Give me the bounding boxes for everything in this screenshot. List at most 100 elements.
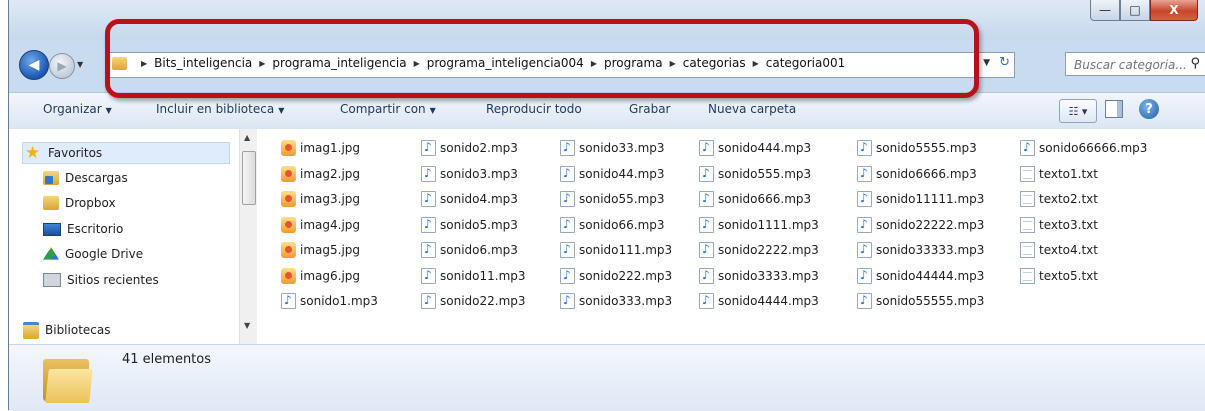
audio-file-icon xyxy=(857,166,872,182)
file-item[interactable]: sonido2.mp3 xyxy=(421,138,518,158)
arrow-left-icon: ◀ xyxy=(28,57,40,73)
nav-scrollbar[interactable]: ▲ ▼ xyxy=(239,129,257,344)
close-button[interactable]: X xyxy=(1150,0,1198,21)
audio-file-icon xyxy=(1020,140,1035,156)
file-item[interactable]: sonido33.mp3 xyxy=(560,138,665,158)
file-item[interactable]: sonido66666.mp3 xyxy=(1020,138,1147,158)
include-in-library-button[interactable]: Incluir en biblioteca ▼ xyxy=(156,102,284,116)
file-name: sonido222.mp3 xyxy=(579,269,673,283)
file-item[interactable]: sonido55.mp3 xyxy=(560,189,665,209)
explorer-window: — □ X ◀ ▶ ▼ ▶ Bits_inteligencia ▶ progra… xyxy=(8,0,1205,411)
file-name: sonido1111.mp3 xyxy=(718,218,819,232)
file-item[interactable]: sonido3333.mp3 xyxy=(699,266,819,286)
file-item[interactable]: sonido1.mp3 xyxy=(281,291,378,311)
file-item[interactable]: texto2.txt xyxy=(1020,189,1098,209)
file-name: sonido55555.mp3 xyxy=(876,294,985,308)
nav-item-libraries[interactable]: Bibliotecas xyxy=(23,320,110,340)
file-item[interactable]: sonido11.mp3 xyxy=(421,266,526,286)
text-file-icon xyxy=(1020,242,1035,258)
recent-pages-button[interactable]: ▼ xyxy=(77,60,83,69)
image-file-icon xyxy=(281,191,296,207)
file-name: texto5.txt xyxy=(1039,269,1098,283)
file-item[interactable]: sonido4.mp3 xyxy=(421,189,518,209)
file-item[interactable]: texto5.txt xyxy=(1020,266,1098,286)
change-view-button[interactable]: ☷ ▾ xyxy=(1059,99,1097,123)
file-item[interactable]: sonido22222.mp3 xyxy=(857,215,984,235)
file-item[interactable]: sonido3.mp3 xyxy=(421,164,518,184)
play-all-button[interactable]: Reproducir todo xyxy=(486,102,582,116)
file-item[interactable]: sonido33333.mp3 xyxy=(857,240,984,260)
file-item[interactable]: sonido666.mp3 xyxy=(699,189,811,209)
help-button[interactable]: ? xyxy=(1139,99,1159,119)
file-item[interactable]: sonido44.mp3 xyxy=(560,164,665,184)
file-item[interactable]: sonido55555.mp3 xyxy=(857,291,984,311)
scroll-down-icon[interactable]: ▼ xyxy=(244,321,250,330)
file-item[interactable]: imag4.jpg xyxy=(281,215,360,235)
nav-item-descargas[interactable]: Descargas xyxy=(43,168,128,188)
file-item[interactable]: texto3.txt xyxy=(1020,215,1098,235)
audio-file-icon xyxy=(699,217,714,233)
organize-label: Organizar xyxy=(43,102,102,116)
nav-item-escritorio[interactable]: Escritorio xyxy=(43,219,123,239)
search-box[interactable]: ⚲ xyxy=(1065,52,1205,76)
text-file-icon xyxy=(1020,268,1035,284)
file-item[interactable]: sonido66.mp3 xyxy=(560,215,665,235)
search-icon[interactable]: ⚲ xyxy=(1190,56,1200,71)
file-item[interactable]: imag1.jpg xyxy=(281,138,360,158)
file-item[interactable]: sonido444.mp3 xyxy=(699,138,811,158)
new-folder-button[interactable]: Nueva carpeta xyxy=(708,102,796,116)
address-dropdown-icon[interactable]: ▼ xyxy=(983,58,990,68)
file-item[interactable]: imag5.jpg xyxy=(281,240,360,260)
file-item[interactable]: sonido2222.mp3 xyxy=(699,240,819,260)
file-item[interactable]: imag6.jpg xyxy=(281,266,360,286)
preview-pane-button[interactable] xyxy=(1105,100,1123,118)
organize-button[interactable]: Organizar ▼ xyxy=(43,102,112,116)
scroll-up-icon[interactable]: ▲ xyxy=(244,133,250,142)
refresh-icon[interactable]: ↻ xyxy=(999,55,1010,70)
details-pane: 41 elementos xyxy=(9,344,1205,411)
file-list: imag1.jpg imag2.jpg imag3.jpg imag4.jpg imag… xyxy=(257,129,1205,344)
search-input[interactable] xyxy=(1072,57,1188,73)
file-item[interactable]: imag2.jpg xyxy=(281,164,360,184)
file-item[interactable]: texto4.txt xyxy=(1020,240,1098,260)
nav-item-sitios-recientes[interactable]: Sitios recientes xyxy=(43,270,159,290)
maximize-button[interactable]: □ xyxy=(1120,0,1150,21)
back-button[interactable]: ◀ xyxy=(19,50,49,80)
image-file-icon xyxy=(281,140,296,156)
file-item[interactable]: sonido1111.mp3 xyxy=(699,215,819,235)
file-item[interactable]: sonido6666.mp3 xyxy=(857,164,977,184)
file-item[interactable]: texto1.txt xyxy=(1020,164,1098,184)
item-count: 41 elementos xyxy=(122,352,212,367)
file-item[interactable]: sonido333.mp3 xyxy=(560,291,672,311)
file-name: sonido22.mp3 xyxy=(440,294,526,308)
file-item[interactable]: sonido11111.mp3 xyxy=(857,189,984,209)
file-item[interactable]: sonido22.mp3 xyxy=(421,291,526,311)
file-name: sonido11.mp3 xyxy=(440,269,526,283)
file-name: sonido444.mp3 xyxy=(718,141,812,155)
audio-file-icon xyxy=(421,293,436,309)
nav-item-dropbox[interactable]: Dropbox xyxy=(43,193,116,213)
burn-button[interactable]: Grabar xyxy=(629,102,671,116)
image-file-icon xyxy=(281,217,296,233)
file-item[interactable]: sonido44444.mp3 xyxy=(857,266,984,286)
file-item[interactable]: sonido4444.mp3 xyxy=(699,291,819,311)
minimize-button[interactable]: — xyxy=(1090,0,1120,21)
dropbox-folder-icon xyxy=(43,196,59,210)
file-name: sonido33.mp3 xyxy=(579,141,665,155)
address-highlight-box xyxy=(105,19,979,98)
file-name: sonido33333.mp3 xyxy=(876,243,985,257)
file-item[interactable]: sonido5.mp3 xyxy=(421,215,518,235)
file-item[interactable]: imag3.jpg xyxy=(281,189,360,209)
nav-item-favorites[interactable]: ★ Favoritos xyxy=(22,142,230,164)
file-item[interactable]: sonido111.mp3 xyxy=(560,240,672,260)
file-item[interactable]: sonido6.mp3 xyxy=(421,240,518,260)
forward-button[interactable]: ▶ xyxy=(49,53,75,79)
share-label: Compartir con xyxy=(340,102,426,116)
share-with-button[interactable]: Compartir con ▼ xyxy=(340,102,436,116)
nav-item-google-drive[interactable]: Google Drive xyxy=(43,244,143,264)
file-item[interactable]: sonido5555.mp3 xyxy=(857,138,977,158)
file-item[interactable]: sonido555.mp3 xyxy=(699,164,811,184)
audio-file-icon xyxy=(560,293,575,309)
scroll-thumb[interactable] xyxy=(242,151,256,205)
file-item[interactable]: sonido222.mp3 xyxy=(560,266,672,286)
